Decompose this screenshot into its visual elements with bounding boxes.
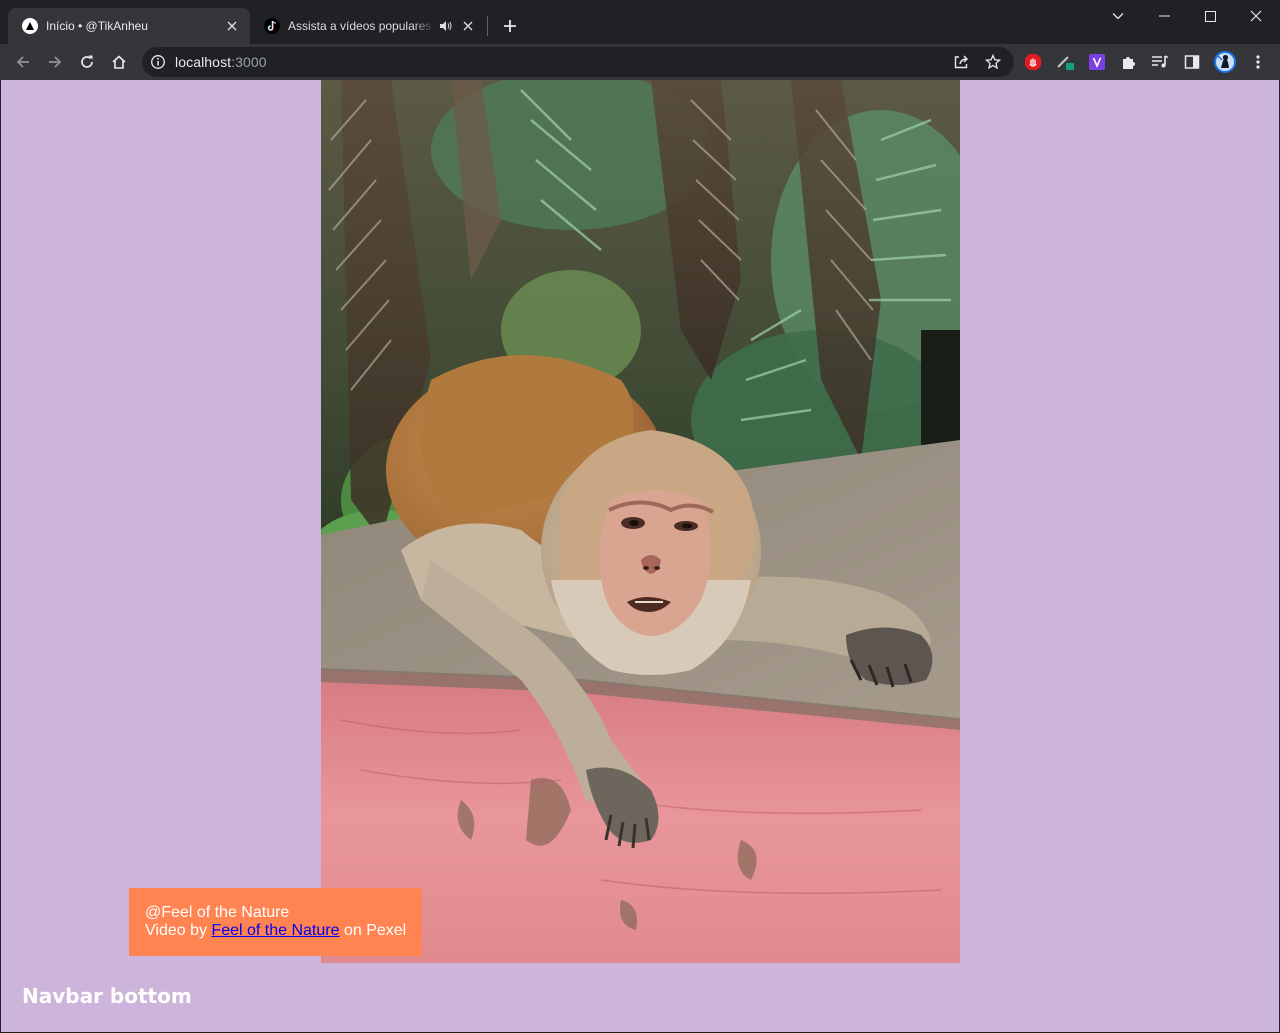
video-credit-box: @Feel of the Nature Video by Feel of the… bbox=[129, 888, 422, 956]
close-icon[interactable] bbox=[461, 18, 476, 34]
tiktok-logo-icon bbox=[264, 18, 280, 34]
url-text[interactable]: localhost:3000 bbox=[175, 54, 267, 70]
tab-strip: Início • @TikAnheu Assista a vídeos popu… bbox=[0, 0, 1280, 44]
tab-search-button[interactable] bbox=[1095, 0, 1141, 32]
monkey-video-frame bbox=[321, 80, 960, 963]
url-host: localhost bbox=[175, 54, 232, 70]
vue-devtools-extension-icon[interactable] bbox=[1087, 52, 1107, 72]
close-window-button[interactable] bbox=[1233, 0, 1279, 32]
share-icon[interactable] bbox=[950, 51, 972, 73]
credit-suffix: on Pexel bbox=[339, 922, 407, 939]
tab-tiktok[interactable]: Assista a vídeos populares p bbox=[250, 8, 486, 44]
back-button[interactable] bbox=[9, 48, 37, 76]
new-tab-button[interactable] bbox=[498, 14, 522, 38]
video-player[interactable] bbox=[321, 80, 960, 963]
credit-line: Video by Feel of the Nature on Pexel bbox=[145, 922, 422, 940]
author-link[interactable]: Feel of the Nature bbox=[211, 922, 339, 939]
creator-handle: @Feel of the Nature bbox=[145, 904, 290, 921]
minimize-button[interactable] bbox=[1141, 0, 1187, 32]
info-icon[interactable] bbox=[150, 54, 166, 70]
forward-button[interactable] bbox=[41, 48, 69, 76]
puzzle-extensions-icon[interactable] bbox=[1119, 52, 1139, 72]
tab-title: Início • @TikAnheu bbox=[46, 19, 148, 33]
maximize-button[interactable] bbox=[1187, 0, 1233, 32]
adblock-extension-icon[interactable] bbox=[1023, 52, 1043, 72]
page-viewport: @Feel of the Nature Video by Feel of the… bbox=[1, 80, 1279, 1032]
tab-title: Assista a vídeos populares p bbox=[288, 19, 435, 33]
eyedropper-extension-icon[interactable] bbox=[1055, 52, 1075, 72]
bookmark-star-icon[interactable] bbox=[982, 51, 1004, 73]
kebab-menu-icon[interactable] bbox=[1248, 52, 1268, 72]
tab-separator bbox=[487, 16, 488, 36]
home-button[interactable] bbox=[105, 48, 133, 76]
browser-toolbar: localhost:3000 bbox=[0, 44, 1280, 80]
address-bar[interactable]: localhost:3000 bbox=[142, 47, 1014, 77]
speaker-icon[interactable] bbox=[439, 20, 453, 32]
reload-button[interactable] bbox=[73, 48, 101, 76]
navbar-bottom: Navbar bottom bbox=[22, 984, 192, 1008]
profile-avatar[interactable] bbox=[1213, 50, 1237, 74]
url-port: :3000 bbox=[231, 54, 267, 70]
tab-inicio[interactable]: Início • @TikAnheu bbox=[8, 8, 250, 44]
side-panel-icon[interactable] bbox=[1182, 52, 1202, 72]
close-icon[interactable] bbox=[224, 18, 240, 34]
credit-prefix: Video by bbox=[145, 922, 212, 939]
media-controls-icon[interactable] bbox=[1150, 52, 1170, 72]
nextjs-logo-icon bbox=[22, 18, 38, 34]
